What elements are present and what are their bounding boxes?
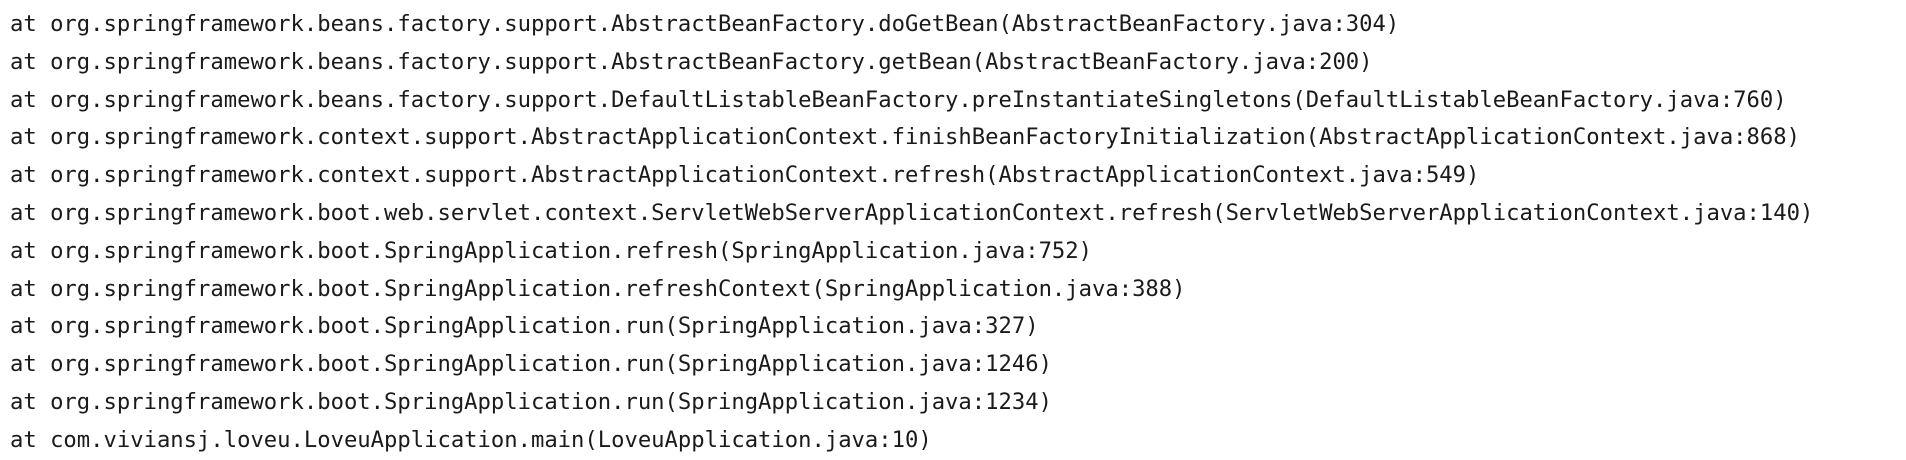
stack-trace-line: at org.springframework.boot.SpringApplic… bbox=[10, 275, 1186, 302]
stack-trace-line: at org.springframework.boot.SpringApplic… bbox=[10, 388, 1052, 415]
stack-trace-line: at org.springframework.context.support.A… bbox=[10, 124, 1800, 151]
stack-trace-line: at com.viviansj.loveu.LoveuApplication.m… bbox=[10, 426, 932, 453]
stack-trace-line: at org.springframework.context.support.A… bbox=[10, 162, 1480, 189]
stack-trace-line: at org.springframework.beans.factory.sup… bbox=[10, 48, 1373, 75]
stack-trace-line: at org.springframework.boot.SpringApplic… bbox=[10, 351, 1052, 378]
stack-trace-output: at org.springframework.beans.factory.sup… bbox=[10, 6, 1813, 460]
stack-trace-line: at org.springframework.beans.factory.sup… bbox=[10, 86, 1787, 113]
stack-trace-line: at org.springframework.beans.factory.sup… bbox=[10, 11, 1400, 37]
stack-trace-line: at org.springframework.boot.SpringApplic… bbox=[10, 237, 1092, 264]
stack-trace-line: at org.springframework.boot.SpringApplic… bbox=[10, 313, 1039, 340]
stack-trace-line: at org.springframework.boot.web.servlet.… bbox=[10, 199, 1814, 226]
